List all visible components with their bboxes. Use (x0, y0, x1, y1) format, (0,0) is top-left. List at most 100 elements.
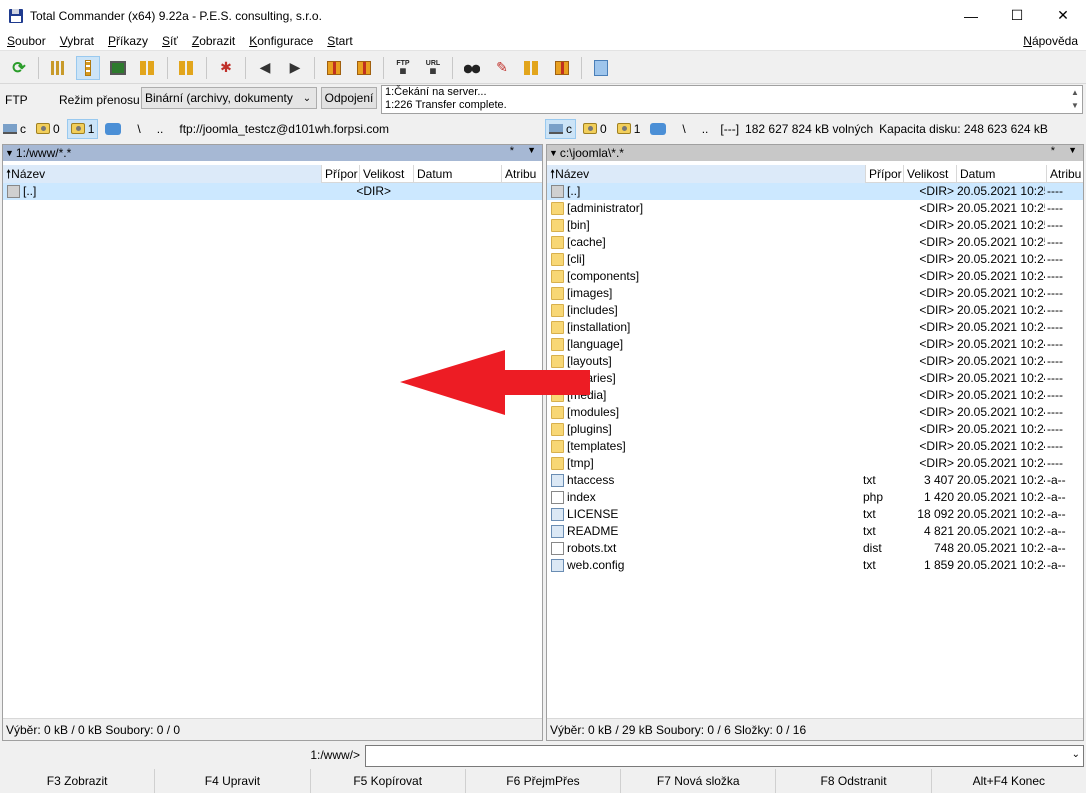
copy-names-icon[interactable] (550, 56, 574, 80)
column-date[interactable]: Datum (957, 165, 1047, 183)
f7-new-folder-button[interactable]: F7 Nová složka (621, 769, 777, 793)
file-row[interactable]: [bin] <DIR> 20.05.2021 10:25 ---- (547, 217, 1083, 234)
column-size[interactable]: Velikost (904, 165, 957, 183)
column-name[interactable]: 🠕Název (547, 165, 866, 183)
file-row[interactable]: robots.txt dist 748 20.05.2021 10:24 -a-- (547, 540, 1083, 557)
column-date[interactable]: Datum (414, 165, 502, 183)
right-drive-1[interactable]: 1 (614, 119, 644, 139)
file-row[interactable]: [templates] <DIR> 20.05.2021 10:24 ---- (547, 438, 1083, 455)
chevron-down-icon[interactable]: ⌄ (1072, 749, 1080, 760)
sync-icon[interactable] (520, 56, 544, 80)
file-row[interactable]: [components] <DIR> 20.05.2021 10:24 ---- (547, 268, 1083, 285)
file-row[interactable]: [images] <DIR> 20.05.2021 10:24 ---- (547, 285, 1083, 302)
file-row[interactable]: [tmp] <DIR> 20.05.2021 10:24 ---- (547, 455, 1083, 472)
file-row[interactable]: index php 1 420 20.05.2021 10:24 -a-- (547, 489, 1083, 506)
file-row[interactable]: LICENSE txt 18 092 20.05.2021 10:24 -a-- (547, 506, 1083, 523)
compare-dirs-icon[interactable] (175, 56, 199, 80)
menu-soubor[interactable]: Soubor (0, 31, 53, 51)
f8-delete-button[interactable]: F8 Odstranit (776, 769, 932, 793)
left-path-bar[interactable]: ▼ 1:/www/*.* * ▼ (3, 145, 542, 161)
ftp-connect-icon[interactable]: FTP ▦ (391, 56, 415, 80)
file-row[interactable]: [installation] <DIR> 20.05.2021 10:24 ---- (547, 319, 1083, 336)
menu-start[interactable]: Start (320, 31, 359, 51)
file-row[interactable]: [administrator] <DIR> 20.05.2021 10:25 ---- (547, 200, 1083, 217)
right-drive-c[interactable]: c (545, 118, 576, 139)
left-root-button[interactable]: \ (137, 122, 140, 136)
file-date: 20.05.2021 10:24 (957, 337, 1045, 351)
menu-sit[interactable]: Síť (155, 31, 185, 51)
unpack-icon[interactable] (352, 56, 376, 80)
url-connect-icon[interactable]: URL ▦ (421, 56, 445, 80)
history-dropdown-icon[interactable]: ▼ (549, 148, 558, 158)
f6-move-button[interactable]: F6 PřejmPřes (466, 769, 622, 793)
file-ext (863, 183, 899, 200)
file-row[interactable]: [plugins] <DIR> 20.05.2021 10:24 ---- (547, 421, 1083, 438)
file-row[interactable]: [modules] <DIR> 20.05.2021 10:24 ---- (547, 404, 1083, 421)
pack-icon[interactable] (322, 56, 346, 80)
column-size[interactable]: Velikost (360, 165, 414, 183)
find-icon[interactable] (460, 56, 484, 80)
file-row[interactable]: [libraries] <DIR> 20.05.2021 10:24 ---- (547, 370, 1083, 387)
history-dropdown-icon[interactable]: ▼ (5, 148, 14, 158)
file-row[interactable]: htaccess txt 3 407 20.05.2021 10:24 -a-- (547, 472, 1083, 489)
close-button[interactable]: ✕ (1040, 0, 1086, 31)
forward-icon[interactable]: ▶ (283, 56, 307, 80)
file-row[interactable]: [..] <DIR> 20.05.2021 10:25 ---- (547, 183, 1083, 200)
menu-vybrat[interactable]: Vybrat (53, 31, 101, 51)
column-ext[interactable]: Přípor (866, 165, 904, 183)
file-row[interactable]: [..] <DIR> (3, 183, 542, 200)
menu-zobrazit[interactable]: Zobrazit (185, 31, 242, 51)
column-name[interactable]: 🠕Název (3, 165, 322, 183)
column-ext[interactable]: Přípor (322, 165, 360, 183)
alt-f4-exit-button[interactable]: Alt+F4 Konec (932, 769, 1086, 793)
favorites-icon[interactable]: * (1051, 145, 1055, 157)
menu-napoveda[interactable]: Nápověda (1023, 31, 1078, 51)
refresh-icon[interactable]: ⟳ (7, 56, 31, 80)
f5-copy-button[interactable]: F5 Kopírovat (311, 769, 466, 793)
left-drive-1[interactable]: 1 (66, 118, 99, 139)
left-drive-0[interactable]: 0 (33, 119, 63, 139)
file-row[interactable]: [layouts] <DIR> 20.05.2021 10:24 ---- (547, 353, 1083, 370)
column-attr[interactable]: Atribu (1047, 165, 1085, 183)
file-row[interactable]: README txt 4 821 20.05.2021 10:24 -a-- (547, 523, 1083, 540)
log-scrollbar[interactable]: ▲ ▼ (1068, 86, 1082, 113)
right-path-bar[interactable]: ▼ c:\joomla\*.* * ▼ (547, 145, 1083, 161)
file-row[interactable]: [cache] <DIR> 20.05.2021 10:25 ---- (547, 234, 1083, 251)
file-row[interactable]: web.config txt 1 859 20.05.2021 10:24 -a-- (547, 557, 1083, 574)
transfer-mode-select[interactable]: Binární (archivy, dokumenty ⌄ (141, 87, 317, 109)
favorites-icon[interactable]: * (510, 145, 514, 157)
ftp-log[interactable]: 1:Čekání na server... 1:226 Transfer com… (381, 85, 1083, 114)
menu-konfigurace[interactable]: Konfigurace (242, 31, 320, 51)
rename-icon[interactable]: ✎ (490, 56, 514, 80)
file-row[interactable]: [includes] <DIR> 20.05.2021 10:24 ---- (547, 302, 1083, 319)
file-row[interactable]: [cli] <DIR> 20.05.2021 10:24 ---- (547, 251, 1083, 268)
disconnect-button[interactable]: Odpojení (321, 87, 377, 109)
left-drive-c[interactable]: c (0, 119, 29, 139)
column-attr[interactable]: Atribu (502, 165, 542, 183)
f4-edit-button[interactable]: F4 Upravit (155, 769, 311, 793)
back-icon[interactable]: ◀ (253, 56, 277, 80)
right-network-button[interactable] (647, 119, 672, 139)
file-row[interactable]: [language] <DIR> 20.05.2021 10:24 ---- (547, 336, 1083, 353)
chevron-down-icon[interactable]: ▼ (527, 145, 536, 155)
right-drive-0[interactable]: 0 (580, 119, 610, 139)
minimize-button[interactable]: — (948, 0, 994, 31)
chevron-down-icon[interactable]: ▼ (1068, 145, 1077, 155)
tree-view-icon[interactable] (136, 56, 160, 80)
left-file-panel[interactable]: ▼ 1:/www/*.* * ▼ 🠕Název Přípor Velikost … (2, 144, 543, 741)
full-view-icon[interactable] (76, 55, 100, 80)
left-network-button[interactable] (102, 119, 127, 139)
select-icon[interactable]: ✱ (214, 56, 238, 80)
right-root-button[interactable]: \ (682, 122, 685, 136)
right-file-panel[interactable]: ▼ c:\joomla\*.* * ▼ 🠕Název Přípor Veliko… (546, 144, 1084, 741)
f3-view-button[interactable]: F3 Zobrazit (0, 769, 156, 793)
file-row[interactable]: [media] <DIR> 20.05.2021 10:24 ---- (547, 387, 1083, 404)
brief-view-icon[interactable] (46, 56, 70, 80)
thumbnail-view-icon[interactable] (106, 56, 130, 80)
menu-prikazy[interactable]: Příkazy (101, 31, 155, 51)
notepad-icon[interactable] (589, 56, 613, 80)
right-up-button[interactable]: .. (702, 122, 709, 136)
left-up-button[interactable]: .. (157, 122, 164, 136)
maximize-button[interactable]: ☐ (994, 0, 1040, 31)
command-input[interactable]: ⌄ (365, 745, 1084, 767)
